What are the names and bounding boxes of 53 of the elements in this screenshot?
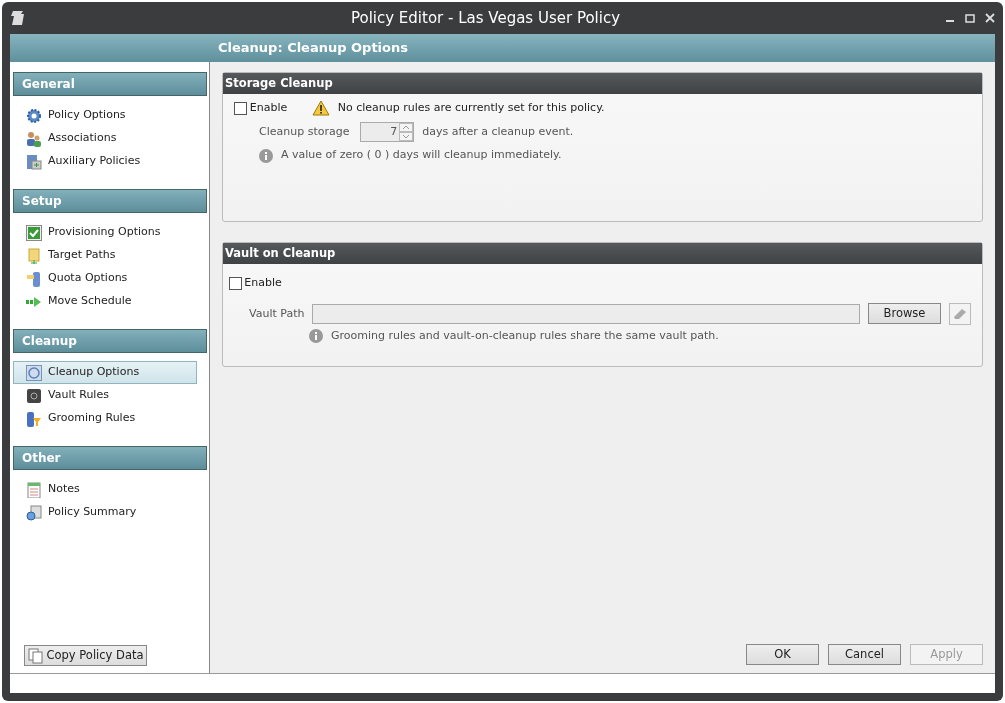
enable-checkbox[interactable]: Enable — [228, 275, 982, 292]
copy-icon — [27, 647, 44, 664]
safe-icon — [26, 387, 42, 404]
spinner-arrows-icon[interactable] — [399, 122, 414, 141]
document-icon — [26, 153, 42, 170]
magnifier-icon — [26, 504, 42, 521]
info-icon — [309, 328, 323, 343]
warning-text: No cleanup rules are currently set for this policy. — [337, 99, 605, 116]
section-header: Other — [13, 446, 207, 470]
gear-icon — [26, 107, 42, 124]
window-title: Policy Editor - Las Vegas User Policy — [349, 7, 622, 29]
scroll-icon — [10, 9, 26, 27]
page-title: Cleanup: Cleanup Options — [218, 39, 408, 58]
panel-title: Storage Cleanup — [223, 73, 982, 95]
maximize-icon[interactable] — [965, 13, 975, 23]
panel-title: Vault on Cleanup — [223, 243, 982, 265]
enable-checkbox[interactable]: Enable — [234, 99, 288, 117]
sidebar-item[interactable]: Grooming Rules — [13, 407, 197, 430]
funnel-icon — [26, 410, 42, 427]
days-spinner[interactable]: 7 — [360, 121, 415, 142]
field-suffix: days after a cleanup event. — [422, 123, 574, 140]
section-header: Setup — [13, 189, 207, 213]
info-text: A value of zero ( 0 ) days will cleanup immediately. — [281, 147, 562, 164]
cylinder-icon — [26, 270, 42, 287]
sidebar-item[interactable]: Policy Summary — [13, 501, 197, 524]
info-text: Grooming rules and vault-on-cleanup rules share the same vault path. — [331, 327, 719, 344]
sidebar-item[interactable]: Cleanup Options — [13, 361, 197, 384]
sidebar-item[interactable]: Move Schedule — [13, 290, 197, 313]
sidebar-item[interactable]: Notes — [13, 478, 197, 501]
close-icon[interactable] — [985, 13, 995, 23]
sidebar-item[interactable]: Target Paths — [13, 244, 197, 267]
sidebar-item[interactable]: Vault Rules — [13, 384, 197, 407]
checkbox-icon — [26, 224, 42, 241]
folder-icon — [26, 247, 42, 264]
ok-button[interactable]: OK — [746, 644, 819, 665]
disc-icon — [26, 364, 42, 381]
browse-button[interactable]: Browse — [868, 303, 941, 325]
eraser-icon — [953, 307, 967, 320]
sidebar-item[interactable]: Associations — [13, 127, 197, 150]
copy-policy-data-button[interactable]: Copy Policy Data — [24, 645, 148, 667]
warning-icon — [311, 100, 330, 116]
people-icon — [26, 130, 42, 147]
sidebar-item[interactable]: Auxiliary Policies — [13, 150, 197, 173]
section-header: General — [13, 72, 207, 96]
notes-icon — [26, 481, 42, 498]
sidebar-item[interactable]: Policy Options — [13, 104, 197, 127]
cancel-button[interactable]: Cancel — [828, 644, 901, 665]
field-label: Cleanup storage — [259, 123, 350, 140]
field-label: Vault Path — [249, 305, 305, 322]
sidebar-item[interactable]: Provisioning Options — [13, 221, 197, 244]
sidebar-item[interactable]: Quota Options — [13, 267, 197, 290]
info-icon — [259, 148, 273, 163]
section-header: Cleanup — [13, 329, 207, 353]
